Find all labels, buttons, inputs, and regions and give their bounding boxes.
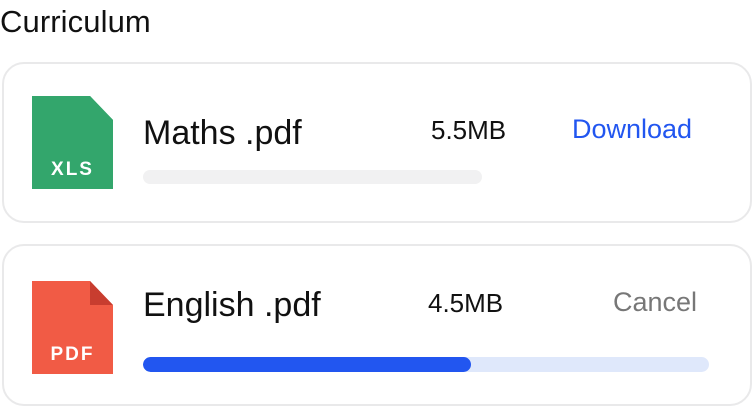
- upload-progress-fill: [143, 357, 472, 372]
- upload-progress-track: [143, 357, 709, 372]
- cancel-button[interactable]: Cancel: [613, 285, 697, 319]
- svg-text:XLS: XLS: [51, 159, 94, 180]
- pdf-file-icon: PDF: [32, 281, 113, 374]
- file-card-maths: XLS Maths .pdf 5.5MB Download: [2, 62, 752, 223]
- curriculum-page: Curriculum XLS Maths .pdf 5.5MB Download…: [0, 0, 756, 408]
- file-name: Maths .pdf: [143, 114, 302, 152]
- svg-text:PDF: PDF: [51, 344, 95, 365]
- download-progress-track: [143, 170, 482, 184]
- download-button[interactable]: Download: [572, 112, 692, 146]
- file-name: English .pdf: [143, 286, 321, 324]
- xls-file-icon: XLS: [32, 96, 113, 189]
- section-title: Curriculum: [0, 4, 151, 39]
- file-size: 4.5MB: [428, 288, 504, 318]
- file-card-english: PDF English .pdf 4.5MB Cancel: [2, 244, 752, 406]
- file-size: 5.5MB: [431, 115, 507, 145]
